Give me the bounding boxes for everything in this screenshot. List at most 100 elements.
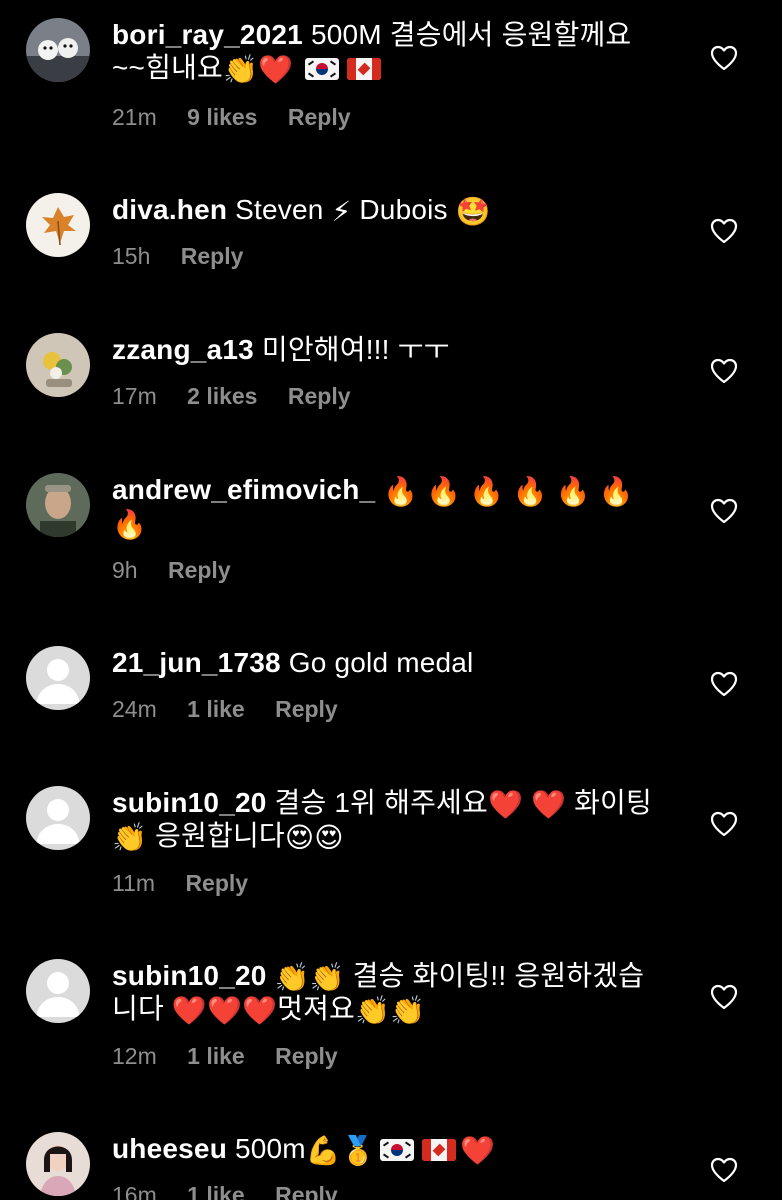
- avatar[interactable]: [26, 193, 90, 257]
- comment-meta: 15h Reply: [112, 243, 267, 270]
- flexed-biceps-emoji-icon: 💪: [305, 1135, 341, 1166]
- comment-text: andrew_efimovich_ 🔥 🔥 🔥 🔥 🔥 🔥 🔥: [112, 473, 672, 539]
- comment-likes-count[interactable]: 1 like: [187, 1182, 245, 1200]
- clap-emoji-icon: 👏: [390, 995, 426, 1026]
- comment-body: Go gold medal: [280, 647, 474, 678]
- comment-time: 11m: [112, 870, 156, 896]
- comment-meta: 9h Reply: [112, 557, 255, 584]
- comment-time: 17m: [112, 383, 157, 409]
- comment-likes-count[interactable]: 2 likes: [187, 383, 257, 409]
- comment-text: uheeseu 500m💪🥇 ❤️: [112, 1132, 672, 1165]
- comment-username[interactable]: diva.hen: [112, 194, 227, 225]
- comment-time: 24m: [112, 696, 157, 722]
- red-heart-emoji-icon: ❤️: [459, 1135, 496, 1166]
- heart-eyes-emoji-icon: 😍: [284, 822, 315, 853]
- fire-emoji-icon: 🔥: [112, 509, 148, 540]
- comment-body: 멋져요: [277, 993, 356, 1024]
- comment-time: 21m: [112, 104, 157, 130]
- reply-button[interactable]: Reply: [185, 870, 248, 896]
- reply-button[interactable]: Reply: [275, 1043, 338, 1069]
- heart-outline-icon[interactable]: [710, 45, 738, 71]
- fire-emoji-icon: 🔥: [469, 476, 505, 507]
- comment-body: Dubois: [351, 194, 456, 225]
- reply-button[interactable]: Reply: [275, 696, 338, 722]
- clap-emoji-icon: 👏: [355, 995, 391, 1026]
- reply-button[interactable]: Reply: [288, 104, 351, 130]
- fire-emoji-icon: 🔥: [512, 476, 548, 507]
- default-avatar-icon[interactable]: [26, 786, 90, 850]
- fire-emoji-icon: 🔥: [426, 476, 462, 507]
- clap-emoji-icon: 👏: [222, 54, 259, 85]
- red-heart-emoji-icon: ❤️: [206, 995, 243, 1026]
- default-avatar-icon[interactable]: [26, 646, 90, 710]
- heart-eyes-emoji-icon: 😍: [314, 822, 344, 853]
- avatar[interactable]: [26, 473, 90, 537]
- avatar[interactable]: [26, 1132, 90, 1196]
- comment-meta: 12m 1 like Reply: [112, 1043, 362, 1070]
- heart-outline-icon[interactable]: [710, 1157, 738, 1183]
- comment-text: subin10_20 결승 1위 해주세요❤️ ❤️ 화이팅 👏 응원합니다😍😍: [112, 786, 672, 852]
- reply-button[interactable]: Reply: [168, 557, 231, 583]
- comment-time: 9h: [112, 557, 138, 583]
- reply-button[interactable]: Reply: [181, 243, 244, 269]
- default-avatar-icon[interactable]: [26, 959, 90, 1023]
- comment-likes-count[interactable]: 1 like: [187, 1043, 245, 1069]
- red-heart-emoji-icon: ❤️: [258, 54, 294, 85]
- comment-likes-count[interactable]: 1 like: [187, 696, 245, 722]
- comment-username[interactable]: subin10_20: [112, 960, 267, 991]
- comment-likes-count[interactable]: 9 likes: [187, 104, 257, 130]
- red-heart-emoji-icon: ❤️: [242, 995, 278, 1026]
- red-heart-emoji-icon: ❤️: [171, 995, 207, 1026]
- canada-flag-icon: [347, 58, 382, 80]
- heart-outline-icon[interactable]: [710, 811, 738, 837]
- comment-username[interactable]: bori_ray_2021: [112, 19, 303, 50]
- star-struck-emoji-icon: 🤩: [455, 196, 491, 227]
- comment-text: diva.hen Steven ⚡ Dubois 🤩: [112, 193, 672, 226]
- comment-meta: 17m 2 likes Reply: [112, 383, 375, 410]
- comment-meta: 21m 9 likes Reply: [112, 104, 375, 131]
- comment-body: 결승 1위 해주세요: [266, 787, 488, 818]
- comment-time: 16m: [112, 1182, 157, 1200]
- comment-text: subin10_20 👏👏 결승 화이팅!! 응원하겠습 니다 ❤️❤️❤️멋져…: [112, 959, 672, 1025]
- avatar[interactable]: [26, 333, 90, 397]
- clap-emoji-icon: 👏: [309, 962, 345, 993]
- red-heart-emoji-icon: ❤️: [531, 789, 567, 820]
- comment-body: 응원합니다: [147, 820, 285, 851]
- reply-button[interactable]: Reply: [275, 1182, 338, 1200]
- clap-emoji-icon: 👏: [274, 962, 310, 993]
- red-heart-emoji-icon: ❤️: [487, 789, 524, 820]
- south-korea-flag-icon: [305, 58, 340, 80]
- comments-page: bori_ray_2021 500M 결승에서 응원할께요 ~~힘내요👏❤️ 2…: [0, 0, 782, 1200]
- comment-username[interactable]: subin10_20: [112, 787, 267, 818]
- comment-username[interactable]: 21_jun_1738: [112, 647, 281, 678]
- comment-meta: 11m Reply: [112, 870, 272, 897]
- avatar[interactable]: [26, 18, 90, 82]
- heart-outline-icon[interactable]: [710, 358, 738, 384]
- heart-outline-icon[interactable]: [710, 984, 738, 1010]
- comment-body: 500m: [227, 1133, 306, 1164]
- comment-text: 21_jun_1738 Go gold medal: [112, 646, 672, 679]
- fire-emoji-icon: 🔥: [598, 476, 634, 507]
- comment-body: 니다: [112, 993, 172, 1024]
- comment-body: Steven: [227, 194, 332, 225]
- gold-medal-emoji-icon: 🥇: [340, 1135, 376, 1166]
- heart-outline-icon[interactable]: [710, 671, 738, 697]
- comment-time: 12m: [112, 1043, 157, 1069]
- reply-button[interactable]: Reply: [288, 383, 351, 409]
- comment-username[interactable]: andrew_efimovich_: [112, 474, 375, 505]
- comment-body: 500M 결승에서 응원할께요: [302, 19, 632, 50]
- fire-emoji-icon: 🔥: [383, 476, 419, 507]
- heart-outline-icon[interactable]: [710, 218, 738, 244]
- comment-body: 미안해여!!! ㅜㅜ: [253, 334, 450, 365]
- comment-body: 결승 화이팅!! 응원하겠습: [344, 960, 645, 991]
- comment-body: ~~힘내요: [112, 52, 223, 83]
- comment-meta: 16m 1 like Reply: [112, 1182, 362, 1200]
- comment-body: 화이팅: [566, 787, 652, 818]
- comment-username[interactable]: zzang_a13: [112, 334, 254, 365]
- clap-emoji-icon: 👏: [112, 822, 148, 853]
- heart-outline-icon[interactable]: [710, 498, 738, 524]
- comment-text: zzang_a13 미안해여!!! ㅜㅜ: [112, 333, 672, 366]
- comment-username[interactable]: uheeseu: [112, 1133, 227, 1164]
- canada-flag-icon: [421, 1139, 456, 1161]
- fire-emoji-icon: 🔥: [555, 476, 591, 507]
